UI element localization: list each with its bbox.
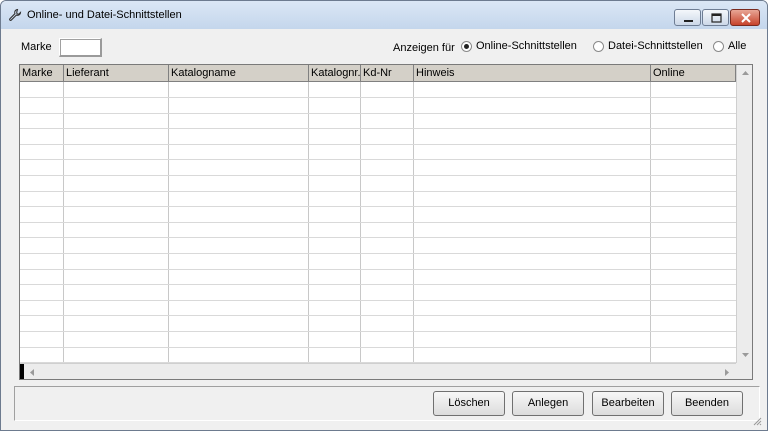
table-row[interactable] <box>20 285 736 301</box>
table-header: Marke Lieferant Katalogname Katalognr. K… <box>20 65 752 82</box>
horizontal-scrollbar[interactable] <box>20 363 736 380</box>
table-row[interactable] <box>20 160 736 176</box>
radio-online-label: Online-Schnittstellen <box>476 40 577 52</box>
radio-all[interactable]: Alle <box>713 40 746 52</box>
table-row[interactable] <box>20 222 736 239</box>
show-for-label: Anzeigen für <box>393 42 455 54</box>
table-row[interactable] <box>20 129 736 145</box>
scrollbar-corner <box>736 363 752 379</box>
table-row[interactable] <box>20 82 736 98</box>
table-row[interactable] <box>20 300 736 317</box>
window-title: Online- und Datei-Schnittstellen <box>27 9 182 21</box>
column-header-online[interactable]: Online <box>651 65 736 82</box>
table-row[interactable] <box>20 316 736 332</box>
dialog-content: Marke Anzeigen für Online-Schnittstellen… <box>4 29 764 429</box>
edit-button[interactable]: Bearbeiten <box>592 391 664 416</box>
close-icon <box>741 13 751 23</box>
radio-unselected-icon <box>593 40 604 52</box>
interfaces-table[interactable]: Marke Lieferant Katalogname Katalognr. K… <box>19 64 753 380</box>
table-row[interactable] <box>20 207 736 223</box>
exit-button[interactable]: Beenden <box>671 391 743 416</box>
column-header-katalogname[interactable]: Katalogname <box>169 65 309 82</box>
row-marker <box>20 364 24 379</box>
marke-field[interactable] <box>59 38 102 57</box>
wrench-icon <box>9 8 22 21</box>
main-window: Online- und Datei-Schnittstellen Marke A… <box>0 0 768 431</box>
column-header-katalognr[interactable]: Katalognr. <box>309 65 361 82</box>
column-header-hinweis[interactable]: Hinweis <box>414 65 651 82</box>
radio-selected-icon <box>461 40 472 52</box>
vertical-scrollbar[interactable] <box>736 65 753 363</box>
table-row[interactable] <box>20 347 736 364</box>
marke-label: Marke <box>21 41 52 53</box>
table-row[interactable] <box>20 98 736 114</box>
minimize-button[interactable] <box>674 9 701 26</box>
table-body[interactable] <box>20 82 736 364</box>
radio-file-interfaces[interactable]: Datei-Schnittstellen <box>593 40 703 52</box>
minimize-icon <box>684 20 693 22</box>
resize-grip-icon[interactable] <box>752 416 762 426</box>
table-row[interactable] <box>20 254 736 270</box>
table-row[interactable] <box>20 144 736 161</box>
table-row[interactable] <box>20 269 736 286</box>
create-button[interactable]: Anlegen <box>512 391 584 416</box>
maximize-button[interactable] <box>702 9 729 26</box>
table-row[interactable] <box>20 191 736 208</box>
scroll-up-icon[interactable] <box>738 66 753 80</box>
button-panel: Löschen Anlegen Bearbeiten Beenden <box>14 386 760 421</box>
column-header-marke[interactable]: Marke <box>20 65 64 82</box>
table-row[interactable] <box>20 176 736 192</box>
maximize-icon <box>711 13 722 23</box>
title-bar[interactable]: Online- und Datei-Schnittstellen <box>1 1 767 29</box>
radio-file-label: Datei-Schnittstellen <box>608 40 703 52</box>
radio-unselected-icon <box>713 40 724 52</box>
scroll-right-icon[interactable] <box>720 365 734 380</box>
table-row[interactable] <box>20 332 736 348</box>
table-row[interactable] <box>20 238 736 254</box>
scroll-down-icon[interactable] <box>738 348 753 362</box>
close-button[interactable] <box>730 9 760 26</box>
radio-online-interfaces[interactable]: Online-Schnittstellen <box>461 40 577 52</box>
column-header-lieferant[interactable]: Lieferant <box>64 65 169 82</box>
radio-all-label: Alle <box>728 40 747 52</box>
table-row[interactable] <box>20 113 736 130</box>
column-header-kdnr[interactable]: Kd-Nr <box>361 65 414 82</box>
scroll-left-icon[interactable] <box>25 365 39 380</box>
delete-button[interactable]: Löschen <box>433 391 505 416</box>
